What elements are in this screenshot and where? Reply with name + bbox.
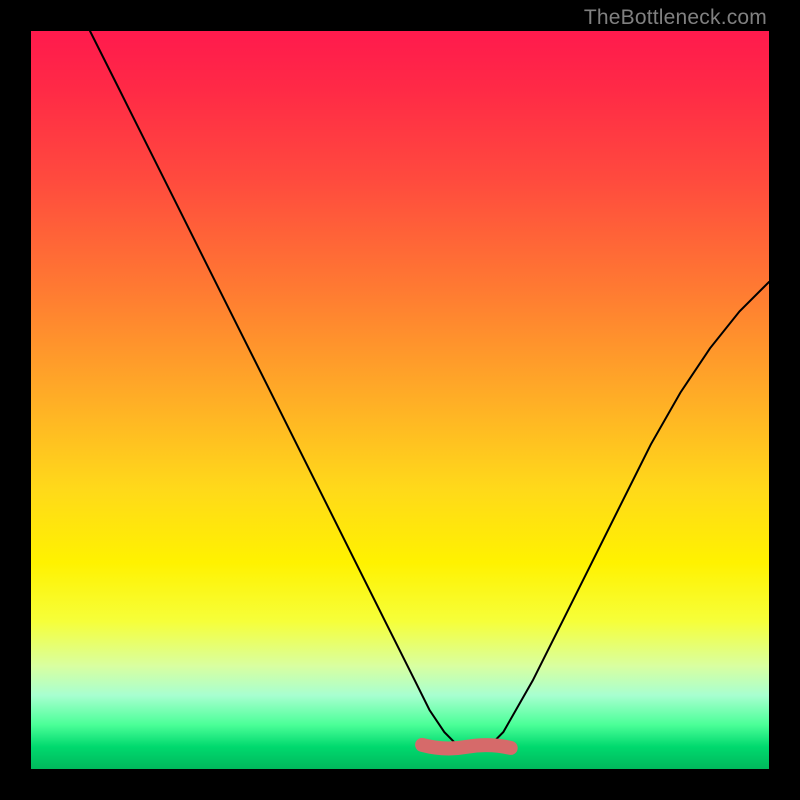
minimum-band [422, 745, 511, 749]
plot-area [31, 31, 769, 769]
bottleneck-curve [90, 31, 769, 747]
chart-container: TheBottleneck.com [0, 0, 800, 800]
watermark-text: TheBottleneck.com [584, 6, 767, 30]
curve-svg [31, 31, 769, 769]
